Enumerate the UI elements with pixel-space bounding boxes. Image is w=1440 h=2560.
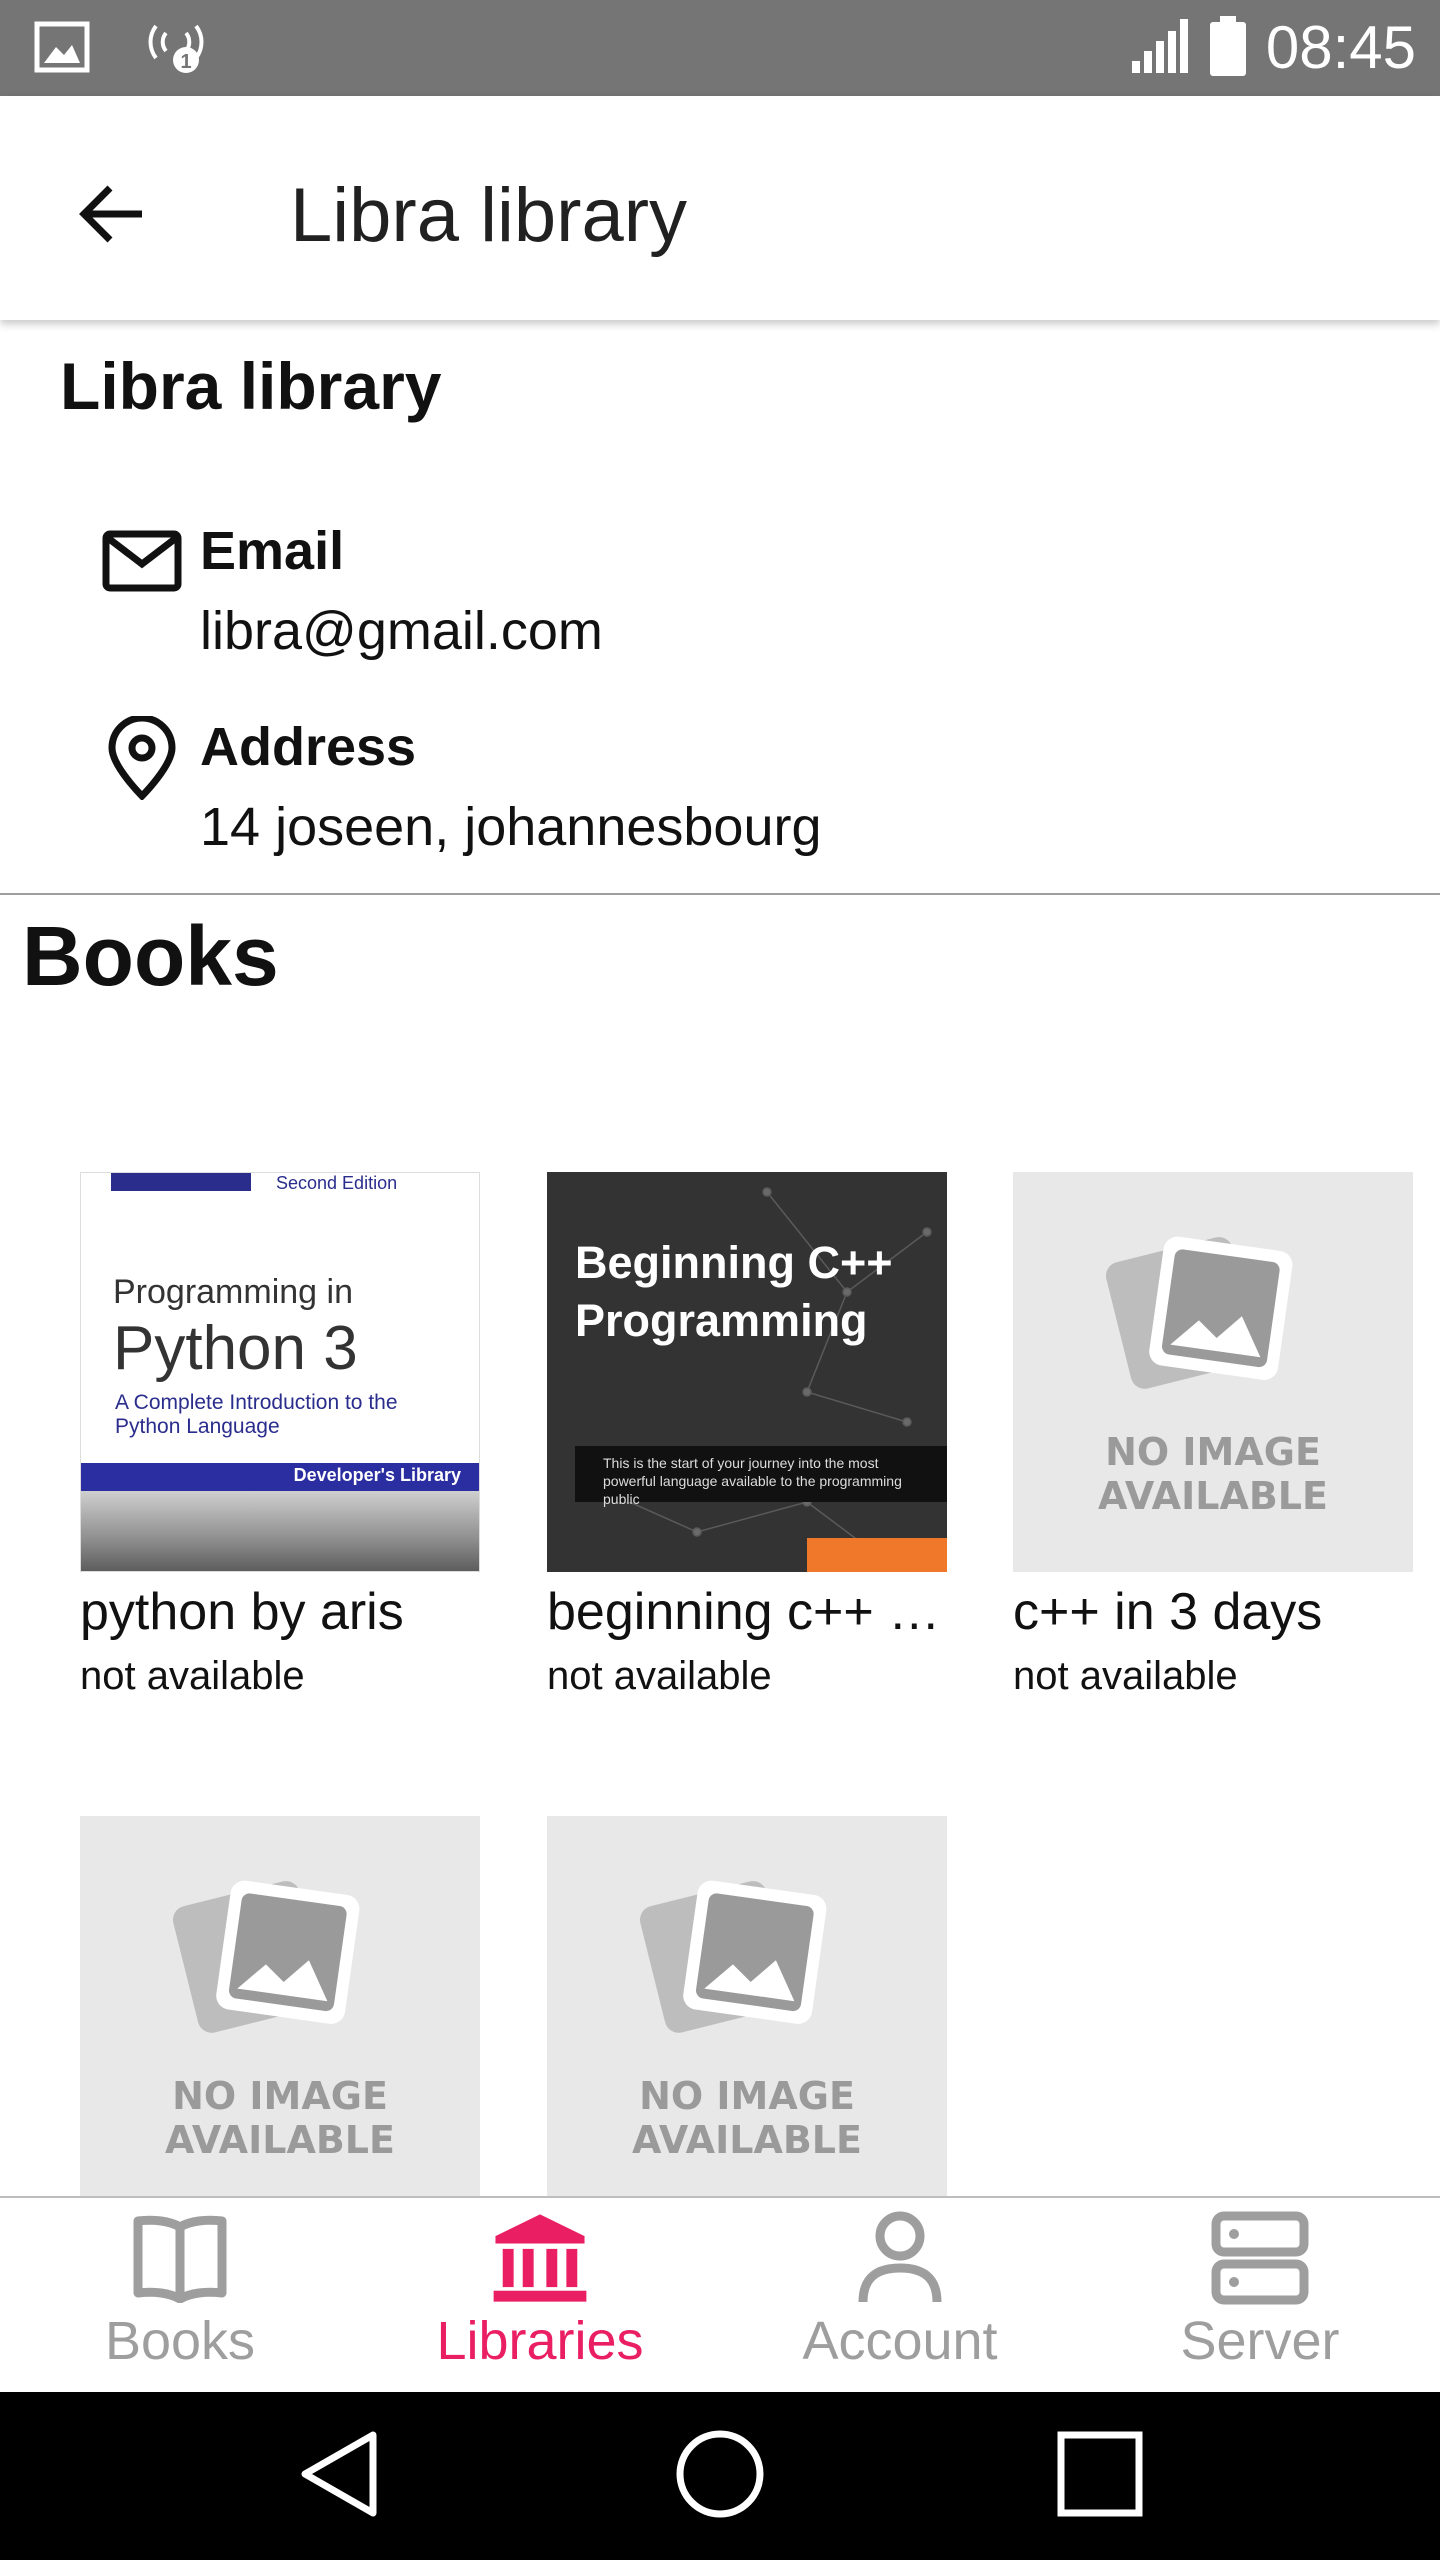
nav-label: Books <box>104 2311 256 2371</box>
cover-author-strip <box>111 1173 251 1191</box>
cover-subtitle: A Complete Introduction to the Python La… <box>115 1391 398 1438</box>
circle-home-icon <box>672 2426 768 2527</box>
no-image-text: NO IMAGE AVAILABLE <box>1098 1430 1328 1518</box>
cover-blurb: This is the start of your journey into t… <box>603 1455 902 1507</box>
address-label: Address <box>200 717 417 777</box>
person-icon <box>850 2208 950 2308</box>
arrow-back-icon <box>76 182 148 251</box>
status-bar: 1 08:45 <box>0 0 1440 96</box>
cover-series: Developer's Library <box>293 1465 461 1485</box>
divider <box>0 893 1440 895</box>
square-recents-icon <box>1055 2429 1145 2524</box>
book-cover-placeholder: NO IMAGE AVAILABLE <box>1013 1172 1413 1572</box>
nav-label: Account <box>802 2311 998 2371</box>
email-value: libra@gmail.com <box>200 601 603 661</box>
nav-item-server[interactable]: Server <box>1080 2198 1440 2394</box>
location-pin-icon <box>100 714 184 801</box>
book-cover-placeholder: NO IMAGE AVAILABLE <box>80 1816 480 2216</box>
book-cover: Second Edition Programming in Python 3 A… <box>80 1172 480 1572</box>
cover-edition: Second Edition <box>276 1173 398 1193</box>
battery-icon <box>1209 15 1246 81</box>
email-icon <box>100 520 184 604</box>
book-status: not available <box>547 1654 772 1698</box>
nav-label: Libraries <box>436 2311 644 2371</box>
image-icon <box>34 21 90 78</box>
cover-publisher-tag <box>807 1538 947 1572</box>
cover-title-line2: Python 3 <box>113 1314 358 1383</box>
book-status: not available <box>80 1654 305 1698</box>
book-status: not available <box>1013 1654 1238 1698</box>
triangle-back-icon <box>295 2429 385 2524</box>
wifi-hotspot-icon: 1 <box>146 18 206 81</box>
nav-item-account[interactable]: Account <box>720 2198 1080 2394</box>
app-bar: Libra library <box>0 96 1440 320</box>
back-button[interactable] <box>56 160 168 272</box>
nav-item-libraries[interactable]: Libraries <box>360 2198 720 2394</box>
server-icon <box>1210 2208 1310 2308</box>
address-value: 14 joseen, johannesbourg <box>200 797 822 857</box>
email-label: Email <box>200 521 345 581</box>
book-icon <box>130 2208 230 2308</box>
library-icon <box>490 2208 590 2308</box>
books-section-title: Books <box>22 909 279 1003</box>
bottom-navigation: Books Libraries Account Server <box>0 2196 1440 2392</box>
page-title: Libra library <box>290 173 688 258</box>
cover-series-band: Developer's Library <box>81 1463 479 1491</box>
system-home-button[interactable] <box>660 2416 780 2536</box>
svg-text:1: 1 <box>180 51 191 73</box>
book-cover: Beginning C++ Programming This is the st… <box>547 1172 947 1572</box>
cover-blurb-band: This is the start of your journey into t… <box>575 1446 947 1507</box>
cover-photo <box>81 1491 479 1571</box>
nav-item-books[interactable]: Books <box>0 2198 360 2394</box>
no-image-text: NO IMAGE AVAILABLE <box>165 2074 395 2162</box>
cover-title: Beginning C++ Programming <box>575 1237 893 1346</box>
signal-icon <box>1130 17 1190 80</box>
book-title: c++ in 3 days <box>1013 1583 1323 1641</box>
system-back-button[interactable] <box>280 2416 400 2536</box>
cover-title-line1: Programming in <box>113 1273 353 1311</box>
no-image-text: NO IMAGE AVAILABLE <box>632 2074 862 2162</box>
book-cover-placeholder: NO IMAGE AVAILABLE <box>547 1816 947 2216</box>
book-title: python by aris <box>80 1583 404 1641</box>
system-recents-button[interactable] <box>1040 2416 1160 2536</box>
system-navigation-bar <box>0 2392 1440 2560</box>
book-title: beginning c++ programming <box>547 1583 947 1641</box>
library-name: Libra library <box>60 349 442 423</box>
cover-network-pattern <box>602 1187 932 1563</box>
nav-label: Server <box>1180 2311 1340 2371</box>
clock: 08:45 <box>1265 14 1416 81</box>
